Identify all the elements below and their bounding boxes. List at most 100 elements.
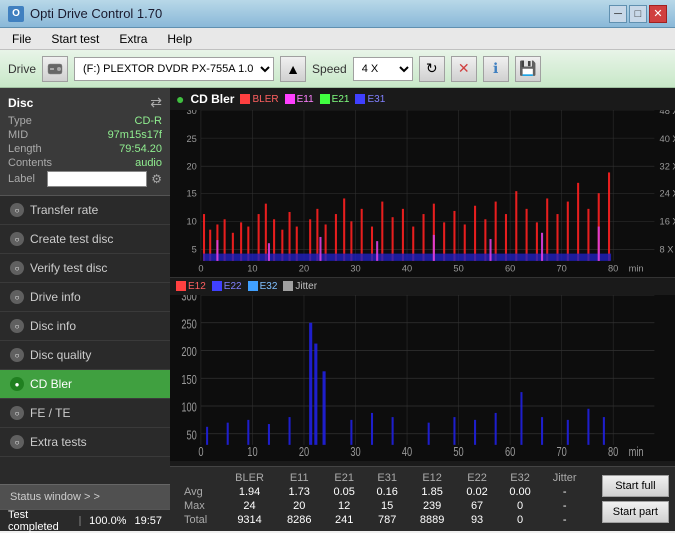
legend-e21-dot	[320, 94, 330, 104]
svg-text:5: 5	[192, 245, 197, 255]
legend-e21-label: E21	[332, 94, 350, 105]
sidebar-item-fe-te[interactable]: ○ FE / TE	[0, 399, 170, 428]
start-full-button[interactable]: Start full	[602, 475, 669, 497]
legend-bler-dot	[240, 94, 250, 104]
disc-quality-icon: ○	[10, 348, 24, 362]
chart1-svg: 30 25 20 15 10 5 0 10 20 30 40 50 60 70 …	[170, 110, 675, 277]
start-part-button[interactable]: Start part	[602, 501, 669, 523]
disc-panel: Disc ⇄ Type CD-R MID 97m15s17f Length 79…	[0, 88, 170, 196]
svg-text:40: 40	[402, 263, 412, 273]
legend-e21: E21	[320, 94, 350, 105]
max-bler: 24	[223, 499, 275, 513]
disc-label-input[interactable]	[47, 171, 147, 187]
sidebar-item-verify-test-disc[interactable]: ○ Verify test disc	[0, 254, 170, 283]
cd-bler-chart-icon: ●	[176, 91, 184, 107]
legend-e22-dot	[212, 281, 222, 291]
total-e12: 8889	[409, 513, 456, 527]
chart2-title-bar: E12 E22 E32 Jitter	[170, 278, 675, 295]
avg-e11: 1.73	[276, 485, 323, 499]
disc-contents-label: Contents	[8, 157, 52, 169]
main-layout: Disc ⇄ Type CD-R MID 97m15s17f Length 79…	[0, 88, 675, 531]
svg-text:80: 80	[608, 445, 618, 459]
svg-text:0: 0	[198, 263, 203, 273]
sidebar-item-cd-bler-label: CD Bler	[30, 377, 72, 391]
legend-jitter-dot	[283, 281, 293, 291]
svg-text:70: 70	[556, 263, 566, 273]
chart1-area: 30 25 20 15 10 5 0 10 20 30 40 50 60 70 …	[170, 110, 675, 277]
sidebar-item-disc-quality[interactable]: ○ Disc quality	[0, 341, 170, 370]
sidebar: Disc ⇄ Type CD-R MID 97m15s17f Length 79…	[0, 88, 170, 531]
legend-e12-dot	[176, 281, 186, 291]
legend-e12: E12	[176, 281, 206, 292]
eject-button[interactable]: ▲	[280, 56, 306, 82]
sidebar-item-transfer-rate[interactable]: ○ Transfer rate	[0, 196, 170, 225]
legend-jitter-label: Jitter	[295, 281, 317, 292]
max-e32: 0	[499, 499, 542, 513]
sidebar-item-extra-tests[interactable]: ○ Extra tests	[0, 428, 170, 457]
verify-test-disc-icon: ○	[10, 261, 24, 275]
avg-e21: 0.05	[323, 485, 366, 499]
erase-button[interactable]: ✕	[451, 56, 477, 82]
svg-text:60: 60	[505, 445, 515, 459]
disc-info-icon: ○	[10, 319, 24, 333]
drive-select[interactable]: (F:) PLEXTOR DVDR PX-755A 1.08	[74, 57, 274, 81]
sidebar-item-cd-bler[interactable]: ● CD Bler	[0, 370, 170, 399]
legend-e12-label: E12	[188, 281, 206, 292]
max-e21: 12	[323, 499, 366, 513]
extra-tests-icon: ○	[10, 435, 24, 449]
sidebar-item-transfer-rate-label: Transfer rate	[30, 203, 98, 217]
info-button[interactable]: ℹ	[483, 56, 509, 82]
svg-text:50: 50	[453, 263, 463, 273]
disc-mid-label: MID	[8, 129, 28, 141]
drive-info-icon: ○	[10, 290, 24, 304]
svg-text:30: 30	[350, 263, 360, 273]
svg-text:24 X: 24 X	[660, 188, 675, 198]
table-row-max: Max 24 20 12 15 239 67 0 -	[178, 499, 588, 513]
bottom-section: BLER E11 E21 E31 E12 E22 E32 Jitter Avg	[170, 466, 675, 531]
svg-text:15: 15	[186, 188, 196, 198]
status-window-button[interactable]: Status window > >	[0, 484, 170, 509]
speed-select[interactable]: 4 X 1 X 2 X 8 X Max	[353, 57, 413, 81]
speed-label: Speed	[312, 62, 347, 76]
max-e12: 239	[409, 499, 456, 513]
sidebar-item-create-test-disc-label: Create test disc	[30, 232, 113, 246]
svg-text:300: 300	[181, 295, 196, 304]
svg-text:20: 20	[299, 445, 309, 459]
svg-text:16 X: 16 X	[660, 216, 675, 226]
menu-start-test[interactable]: Start test	[43, 30, 107, 48]
total-jitter: -	[542, 513, 588, 527]
svg-text:20: 20	[186, 161, 196, 171]
sidebar-item-verify-test-disc-label: Verify test disc	[30, 261, 107, 275]
menu-file[interactable]: File	[4, 30, 39, 48]
legend-e11: E11	[285, 94, 314, 105]
close-button[interactable]: ✕	[649, 5, 667, 23]
disc-type-value: CD-R	[135, 115, 163, 127]
col-header-empty	[178, 471, 223, 485]
avg-e22: 0.02	[456, 485, 499, 499]
disc-expand-icon[interactable]: ⇄	[150, 94, 162, 111]
sidebar-item-create-test-disc[interactable]: ○ Create test disc	[0, 225, 170, 254]
disc-settings-icon[interactable]: ⚙	[151, 172, 162, 186]
menu-extra[interactable]: Extra	[111, 30, 155, 48]
table-row-total: Total 9314 8286 241 787 8889 93 0 -	[178, 513, 588, 527]
legend-e31-dot	[355, 94, 365, 104]
drive-icon-button[interactable]	[42, 56, 68, 82]
svg-text:30: 30	[186, 110, 196, 116]
refresh-button[interactable]: ↻	[419, 56, 445, 82]
menu-help[interactable]: Help	[159, 30, 200, 48]
legend-bler: BLER	[240, 94, 278, 105]
sidebar-item-disc-info[interactable]: ○ Disc info	[0, 312, 170, 341]
window-title: Opti Drive Control 1.70	[30, 6, 162, 21]
status-time: 19:57	[134, 515, 162, 527]
maximize-button[interactable]: □	[629, 5, 647, 23]
legend-e11-label: E11	[297, 94, 314, 105]
titlebar: O Opti Drive Control 1.70 ─ □ ✕	[0, 0, 675, 28]
sidebar-item-drive-info[interactable]: ○ Drive info	[0, 283, 170, 312]
disc-label-label: Label	[8, 173, 35, 185]
save-button[interactable]: 💾	[515, 56, 541, 82]
svg-text:25: 25	[186, 134, 196, 144]
max-e11: 20	[276, 499, 323, 513]
disc-length-value: 79:54.20	[119, 143, 162, 155]
svg-text:10: 10	[186, 216, 196, 226]
minimize-button[interactable]: ─	[609, 5, 627, 23]
